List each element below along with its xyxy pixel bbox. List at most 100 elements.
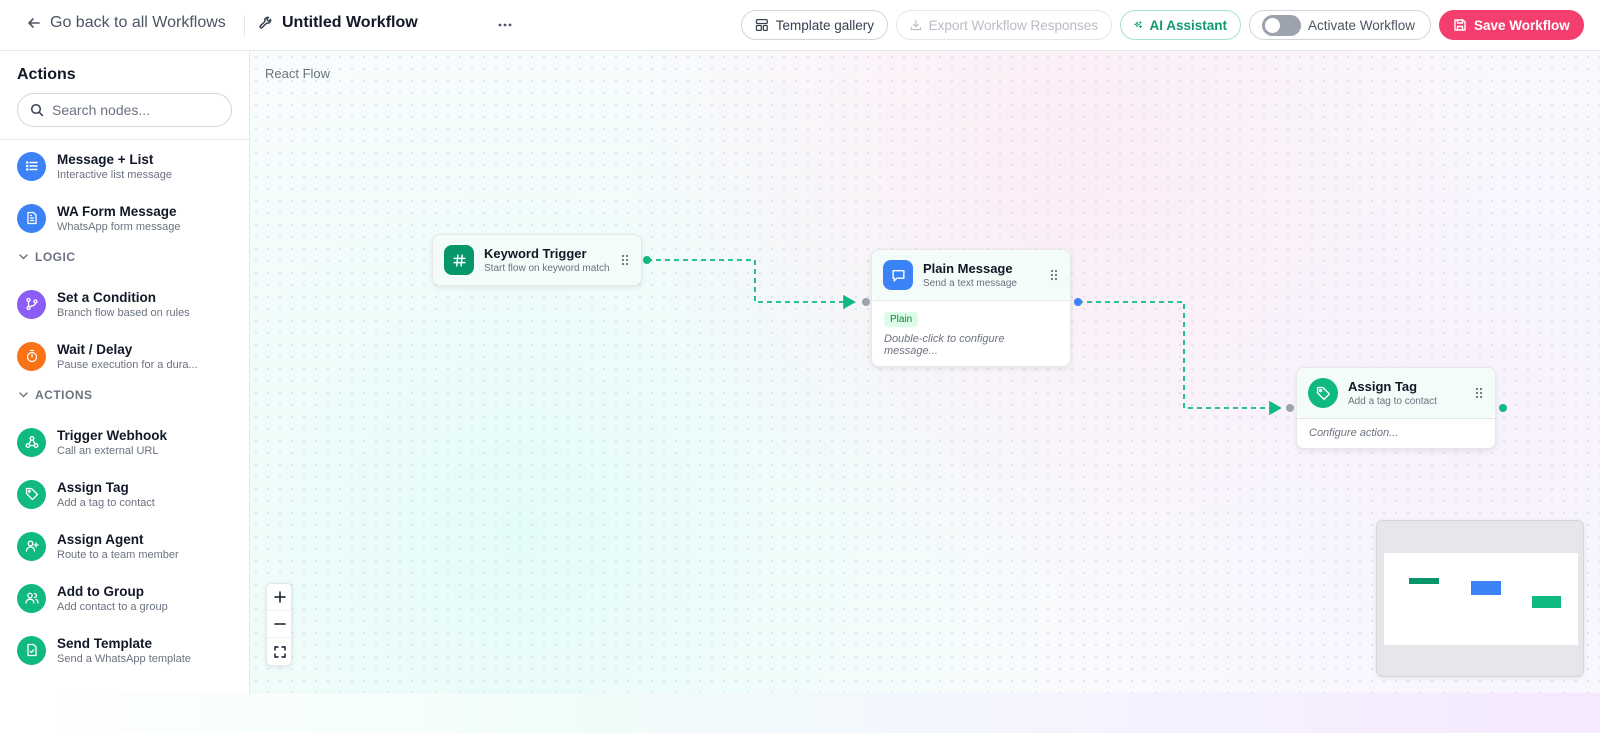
item-name: Message + List [57, 151, 154, 167]
source-handle[interactable] [1074, 298, 1082, 306]
save-workflow-button[interactable]: Save Workflow [1439, 10, 1584, 40]
template-icon [17, 635, 46, 665]
sidebar-item-set-condition[interactable]: Set a Condition Branch flow based on rule… [17, 282, 242, 326]
minimap-node-keyword [1409, 578, 1439, 584]
workflow-title[interactable]: Untitled Workflow [258, 14, 418, 32]
ai-assistant-button[interactable]: AI Assistant [1120, 10, 1241, 40]
node-body[interactable]: Plain Double-click to configure message.… [872, 300, 1070, 366]
search-box[interactable] [17, 93, 232, 127]
sidebar-item-wait-delay[interactable]: Wait / Delay Pause execution for a dura..… [17, 334, 242, 378]
item-desc: Pause execution for a dura... [57, 358, 198, 371]
item-name: Send Template [57, 635, 153, 651]
chevron-down-icon [19, 254, 28, 260]
edge-keyword-to-plain [647, 259, 856, 310]
node-keyword-trigger[interactable]: Keyword Trigger Start flow on keyword mat… [432, 234, 642, 286]
webhook-icon [17, 427, 46, 457]
item-desc: Branch flow based on rules [57, 306, 190, 319]
search-icon [30, 103, 44, 117]
arrow-left-icon [28, 18, 40, 28]
sidebar-item-message-list[interactable]: Message + List Interactive list message [17, 144, 242, 188]
more-options-button[interactable] [494, 14, 516, 36]
chevron-down-icon [19, 392, 28, 398]
target-handle[interactable] [1286, 404, 1294, 412]
top-bar: Go back to all Workflows Untitled Workfl… [0, 0, 1600, 51]
section-header-actions[interactable]: ACTIONS [19, 388, 93, 402]
node-hint: Configure action... [1309, 427, 1399, 439]
minimap-node-plain [1471, 581, 1501, 595]
item-name: Assign Agent [57, 531, 144, 547]
workflow-title-text: Untitled Workflow [282, 14, 418, 31]
save-icon [1454, 19, 1466, 31]
layout-template-icon [755, 18, 768, 32]
ai-assistant-label: AI Assistant [1149, 17, 1227, 33]
node-header[interactable]: Assign Tag Add a tag to contact [1297, 368, 1495, 418]
node-title: Keyword Trigger [484, 246, 587, 261]
item-desc: Interactive list message [57, 168, 172, 181]
template-gallery-button[interactable]: Template gallery [741, 10, 888, 40]
item-desc: WhatsApp form message [57, 220, 181, 233]
sidebar-item-assign-agent[interactable]: Assign Agent Route to a team member [17, 524, 242, 568]
source-handle[interactable] [643, 256, 651, 264]
timer-icon [17, 341, 46, 371]
item-name: Wait / Delay [57, 341, 133, 357]
zoom-in-button[interactable] [267, 584, 293, 611]
node-header[interactable]: Plain Message Send a text message [872, 250, 1070, 300]
sidebar-item-wa-form-message[interactable]: WA Form Message WhatsApp form message [17, 196, 242, 240]
sidebar-item-assign-tag[interactable]: Assign Tag Add a tag to contact [17, 472, 242, 516]
node-body[interactable]: Configure action... [1297, 418, 1495, 448]
sidebar-item-send-template[interactable]: Send Template Send a WhatsApp template [17, 628, 242, 672]
flow-canvas[interactable]: React Flow Keyword Trigger Start flow on … [250, 51, 1600, 693]
export-responses-button[interactable]: Export Workflow Responses [896, 10, 1112, 40]
item-desc: Add contact to a group [57, 600, 168, 613]
node-header[interactable]: Keyword Trigger Start flow on keyword mat… [433, 235, 641, 285]
activate-workflow-toggle[interactable]: Activate Workflow [1249, 10, 1431, 40]
minimap-node-tag [1532, 596, 1561, 608]
sidebar-item-trigger-webhook[interactable]: Trigger Webhook Call an external URL [17, 420, 242, 464]
source-handle[interactable] [1499, 404, 1507, 412]
drag-handle-icon[interactable] [620, 253, 630, 267]
section-header-logic[interactable]: LOGIC [19, 250, 76, 264]
node-hint: Double-click to configure message... [884, 333, 1005, 357]
section-label: LOGIC [35, 250, 76, 264]
target-handle[interactable] [862, 298, 870, 306]
sparkles-icon [1134, 21, 1142, 29]
section-label: ACTIONS [35, 388, 93, 402]
item-name: Set a Condition [57, 289, 156, 305]
zoom-out-button[interactable] [267, 611, 293, 638]
item-desc: Send a WhatsApp template [57, 652, 191, 665]
fit-view-icon [274, 645, 286, 658]
minimap[interactable] [1376, 520, 1584, 677]
drag-handle-icon[interactable] [1049, 268, 1059, 282]
back-to-workflows-link[interactable]: Go back to all Workflows [26, 14, 226, 32]
minus-icon [274, 623, 286, 625]
activate-workflow-label: Activate Workflow [1308, 17, 1416, 33]
template-gallery-label: Template gallery [775, 17, 874, 33]
branch-icon [17, 289, 46, 319]
node-assign-tag[interactable]: Assign Tag Add a tag to contact Configure… [1296, 367, 1496, 449]
node-subtitle: Add a tag to contact [1348, 396, 1437, 407]
actions-sidebar: Actions Message + ListInteractive list m… [0, 51, 250, 693]
plus-icon [274, 591, 286, 603]
tag-icon [1308, 378, 1338, 408]
drag-handle-icon[interactable] [1474, 386, 1484, 400]
more-horizontal-icon [498, 23, 512, 27]
node-subtitle: Send a text message [923, 278, 1017, 289]
list-icon [17, 151, 46, 181]
search-nodes-input[interactable] [52, 102, 212, 118]
item-desc: Add a tag to contact [57, 496, 155, 509]
item-name: Assign Tag [57, 479, 129, 495]
node-title: Plain Message [923, 261, 1013, 276]
sidebar-item-add-to-group[interactable]: Add to Group Add contact to a group [17, 576, 242, 620]
fit-view-button[interactable] [267, 638, 293, 665]
tag-icon [17, 479, 46, 509]
node-plain-message[interactable]: Plain Message Send a text message Plain D… [871, 249, 1071, 367]
edge-plain-to-tag [1078, 301, 1282, 416]
toggle-switch[interactable] [1262, 14, 1301, 36]
item-name: WA Form Message [57, 203, 177, 219]
node-title: Assign Tag [1348, 379, 1418, 394]
sidebar-title: Actions [17, 66, 76, 83]
hash-icon [444, 245, 474, 275]
item-name: Trigger Webhook [57, 427, 168, 443]
item-desc: Call an external URL [57, 444, 159, 457]
export-responses-label: Export Workflow Responses [928, 17, 1098, 33]
